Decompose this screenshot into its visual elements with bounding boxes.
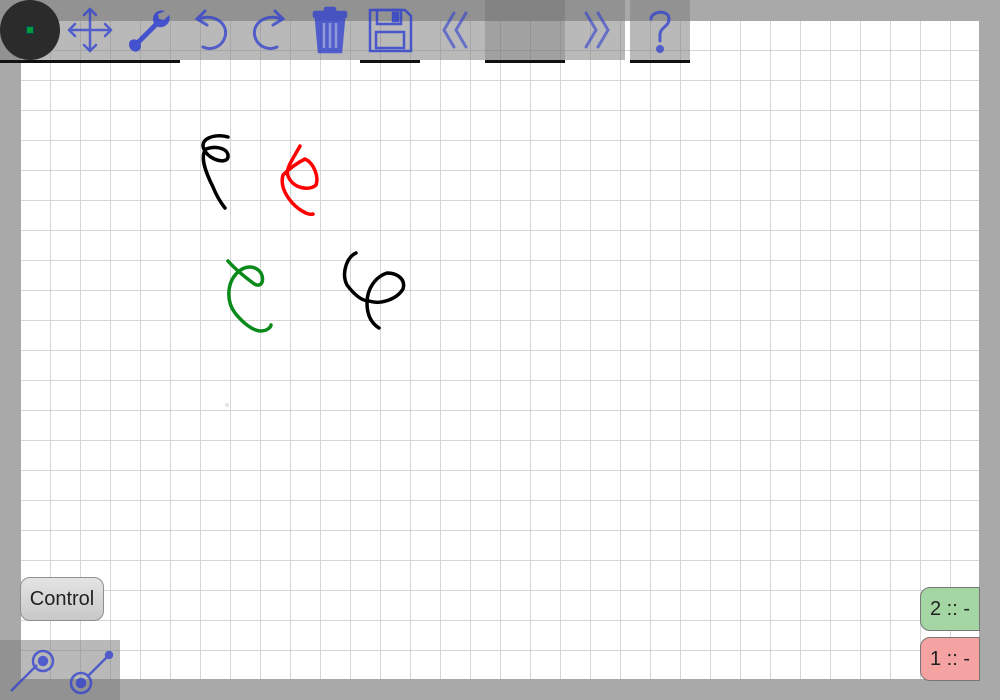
undo-icon (194, 9, 228, 51)
clear-button[interactable] (300, 0, 360, 60)
drawing-canvas[interactable] (21, 21, 979, 679)
previous-page-icon (442, 11, 468, 49)
stray-dot (225, 403, 229, 407)
help-icon (649, 10, 671, 53)
stroke-red-1 (280, 144, 319, 216)
line-tool-a-icon (10, 649, 55, 692)
bottom-toolbar (0, 640, 120, 700)
save-button[interactable] (360, 0, 420, 60)
save-icon (368, 8, 413, 53)
move-icon (67, 7, 113, 53)
wrench-icon (129, 10, 170, 52)
line-tool-b-icon (69, 650, 114, 695)
page-indicator (485, 0, 565, 63)
next-page-button[interactable] (567, 0, 627, 60)
redo-icon (252, 9, 286, 51)
line-tool-a-button[interactable] (0, 640, 60, 700)
current-color-swatch (26, 26, 34, 34)
line-tool-b-button[interactable] (60, 640, 120, 700)
stroke-black-1 (201, 134, 230, 210)
control-button[interactable]: Control (20, 577, 104, 621)
trash-icon (312, 6, 348, 54)
drawing-layer (201, 134, 406, 407)
stroke-green-1 (226, 259, 273, 333)
previous-page-button[interactable] (425, 0, 485, 60)
next-page-icon (584, 11, 610, 49)
undo-button[interactable] (180, 0, 240, 60)
stroke-black-2 (342, 251, 406, 330)
player-1-badge[interactable]: 1 :: - (920, 637, 980, 681)
move-button[interactable] (60, 0, 120, 60)
redo-button[interactable] (240, 0, 300, 60)
color-picker-button[interactable] (0, 0, 60, 60)
player-2-badge[interactable]: 2 :: - (920, 587, 980, 631)
help-button[interactable] (630, 0, 690, 60)
settings-button[interactable] (120, 0, 180, 60)
